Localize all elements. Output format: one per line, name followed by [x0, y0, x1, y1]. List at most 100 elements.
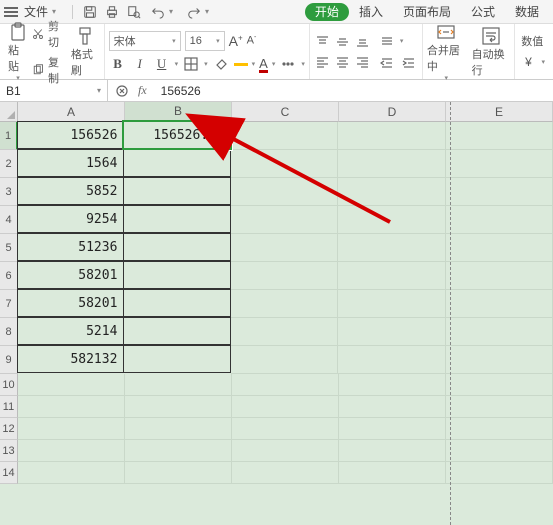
cell-C12[interactable]: [232, 418, 339, 440]
column-header-E[interactable]: E: [446, 102, 553, 122]
cell-D13[interactable]: [339, 440, 446, 462]
cell-C5[interactable]: [231, 234, 338, 262]
select-all-corner[interactable]: [0, 102, 18, 122]
cell-D14[interactable]: [339, 462, 446, 484]
cell-A13[interactable]: [18, 440, 125, 462]
cell-D2[interactable]: [338, 150, 445, 178]
cell-D3[interactable]: [338, 178, 445, 206]
cut-button[interactable]: 剪切: [32, 18, 67, 50]
print-icon[interactable]: [103, 3, 121, 21]
bold-button[interactable]: B: [109, 55, 127, 73]
cell-A3[interactable]: 5852: [17, 177, 124, 205]
column-header-D[interactable]: D: [339, 102, 446, 122]
increase-font-icon[interactable]: A+: [229, 33, 243, 49]
row-header-4[interactable]: 4: [0, 206, 18, 234]
cell-B8[interactable]: [123, 317, 230, 345]
cell-E9[interactable]: [446, 346, 553, 374]
cell-E14[interactable]: [446, 462, 553, 484]
cell-B11[interactable]: [125, 396, 232, 418]
cell-C7[interactable]: [231, 290, 338, 318]
cell-C11[interactable]: [232, 396, 339, 418]
cell-C4[interactable]: [231, 206, 338, 234]
tab-data[interactable]: 数据: [505, 0, 549, 23]
cell-A11[interactable]: [18, 396, 125, 418]
cell-B9[interactable]: [123, 345, 230, 373]
align-top-icon[interactable]: [314, 33, 332, 51]
number-format-select[interactable]: 数值: [521, 33, 543, 49]
namebox-dropdown-icon[interactable]: ▾: [97, 86, 101, 95]
cell-C9[interactable]: [231, 346, 338, 374]
underline-button[interactable]: U: [153, 55, 171, 73]
align-left-icon[interactable]: [314, 53, 332, 71]
save-icon[interactable]: [81, 3, 99, 21]
align-bottom-icon[interactable]: [354, 33, 372, 51]
orientation-icon[interactable]: [378, 32, 396, 50]
file-dropdown-icon[interactable]: ▾: [52, 7, 56, 16]
cell-D10[interactable]: [339, 374, 446, 396]
border-dropdown[interactable]: ▾: [204, 60, 208, 68]
cell-E10[interactable]: [446, 374, 553, 396]
cell-A12[interactable]: [18, 418, 125, 440]
cell-C6[interactable]: [231, 262, 338, 290]
cancel-formula-icon[interactable]: [114, 82, 130, 100]
align-right-icon[interactable]: [354, 53, 372, 71]
cell-C2[interactable]: [231, 150, 338, 178]
cell-B12[interactable]: [125, 418, 232, 440]
row-header-6[interactable]: 6: [0, 262, 18, 290]
tab-page-layout[interactable]: 页面布局: [393, 0, 461, 23]
cell-A8[interactable]: 5214: [17, 317, 124, 345]
cell-E5[interactable]: [446, 234, 553, 262]
cell-B4[interactable]: [123, 205, 230, 233]
row-header-7[interactable]: 7: [0, 290, 18, 318]
cell-D6[interactable]: [338, 262, 445, 290]
cell-C1[interactable]: [231, 122, 338, 150]
cell-B13[interactable]: [125, 440, 232, 462]
font-size-select[interactable]: 16▾: [185, 31, 225, 51]
format-painter-button[interactable]: 格式刷: [71, 26, 100, 78]
cell-E8[interactable]: [446, 318, 553, 346]
cell-A2[interactable]: 1564: [17, 149, 124, 177]
cell-B7[interactable]: [123, 289, 230, 317]
print-preview-icon[interactable]: [125, 3, 143, 21]
undo-dropdown-icon[interactable]: ▾: [169, 7, 173, 16]
cell-A9[interactable]: 582132: [17, 345, 124, 373]
cell-D12[interactable]: [339, 418, 446, 440]
more-font-icon[interactable]: [279, 55, 297, 73]
redo-icon[interactable]: [185, 3, 203, 21]
row-header-13[interactable]: 13: [0, 440, 18, 462]
cell-A10[interactable]: [18, 374, 125, 396]
font-name-select[interactable]: 宋体▾: [109, 31, 181, 51]
cell-E7[interactable]: [446, 290, 553, 318]
currency-icon[interactable]: ¥: [519, 53, 537, 71]
row-header-10[interactable]: 10: [0, 374, 18, 396]
cell-E3[interactable]: [446, 178, 553, 206]
indent-increase-icon[interactable]: [400, 54, 418, 72]
cell-D8[interactable]: [338, 318, 445, 346]
row-header-9[interactable]: 9: [0, 346, 18, 374]
menu-icon[interactable]: [4, 7, 18, 17]
font-color-dropdown[interactable]: ▾: [272, 60, 276, 68]
decrease-font-icon[interactable]: A-: [247, 34, 257, 47]
column-header-B[interactable]: B: [125, 102, 232, 122]
column-header-C[interactable]: C: [232, 102, 339, 122]
cell-E13[interactable]: [446, 440, 553, 462]
fx-icon[interactable]: fx: [138, 83, 147, 98]
cell-C8[interactable]: [231, 318, 338, 346]
font-color-button[interactable]: A: [259, 56, 268, 71]
cell-E4[interactable]: [446, 206, 553, 234]
cell-B1[interactable]: 156526.00: [123, 121, 230, 149]
row-header-14[interactable]: 14: [0, 462, 18, 484]
cell-B10[interactable]: [125, 374, 232, 396]
cell-A4[interactable]: 9254: [17, 205, 124, 233]
redo-dropdown-icon[interactable]: ▾: [205, 7, 209, 16]
formula-bar-value[interactable]: 156526: [161, 84, 201, 98]
align-center-icon[interactable]: [334, 53, 352, 71]
name-box[interactable]: B1 ▾: [0, 80, 108, 101]
merge-center-button[interactable]: 合并居中▾: [427, 22, 466, 82]
cell-C3[interactable]: [231, 178, 338, 206]
indent-decrease-icon[interactable]: [378, 54, 396, 72]
cell-E2[interactable]: [446, 150, 553, 178]
row-header-11[interactable]: 11: [0, 396, 18, 418]
cell-A14[interactable]: [18, 462, 125, 484]
tab-formula[interactable]: 公式: [461, 0, 505, 23]
